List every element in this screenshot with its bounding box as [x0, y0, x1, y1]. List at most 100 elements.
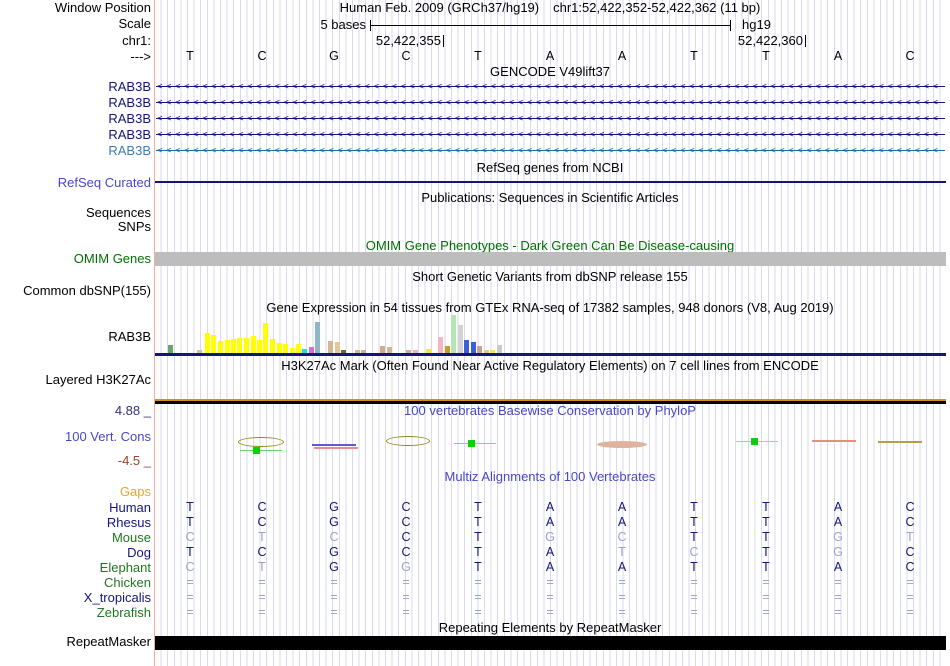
alignment-cell: G: [329, 545, 339, 559]
alignment-cell: G: [545, 530, 555, 544]
layered-h3k27ac-label[interactable]: Layered H3K27Ac: [45, 373, 151, 387]
base-letter: C: [401, 49, 411, 63]
alignment-cell: =: [258, 575, 266, 589]
alignment-cell: A: [545, 545, 555, 559]
gtex-bar: [263, 323, 268, 353]
alignment-cell: A: [545, 560, 555, 574]
gtex-bar: [244, 338, 249, 353]
gtex-title: Gene Expression in 54 tissues from GTEx …: [266, 300, 834, 315]
gtex-bar: [283, 344, 288, 353]
gtex-bar: [471, 342, 476, 353]
base-letter: T: [474, 49, 482, 63]
species-label: Human: [109, 500, 151, 515]
alignment-cell: C: [689, 545, 699, 559]
conservation-label[interactable]: 100 Vert. Cons: [65, 430, 151, 444]
gene-direction-arrows: <<<<<<<<<<<<<<<<<<<<<<<<<<<<<<<<<<<<<<<<…: [157, 82, 942, 92]
omim-gene-bar: [155, 252, 946, 266]
gencode-title[interactable]: GENCODE V49lift37: [154, 65, 946, 79]
gene-direction-arrows: <<<<<<<<<<<<<<<<<<<<<<<<<<<<<<<<<<<<<<<<…: [157, 114, 942, 124]
gtex-bar: [451, 315, 456, 353]
sequences-label[interactable]: Sequences: [86, 206, 151, 220]
cons-mark: [454, 443, 496, 444]
multiz-title: Multiz Alignments of 100 Vertebrates: [444, 469, 656, 484]
base-letter: T: [186, 49, 194, 63]
repeatmasker-title: Repeating Elements by RepeatMasker: [438, 620, 662, 635]
gtex-gene-label[interactable]: RAB3B: [108, 330, 151, 344]
gtex-bar: [270, 339, 275, 353]
gtex-bar: [445, 346, 450, 353]
gtex-bar: [277, 343, 282, 353]
alignment-cell: A: [617, 560, 627, 574]
window-position-label: Window Position: [54, 0, 151, 15]
gene-label[interactable]: RAB3B: [108, 128, 151, 142]
gene-model: <<<<<<<<<<<<<<<<<<<<<<<<<<<<<<<<<<<<<<<<…: [156, 144, 945, 158]
cons-mark: [751, 438, 758, 445]
coordinate-right-tick: [805, 35, 806, 47]
alignment-cell: =: [690, 590, 698, 604]
cons-mark: [312, 444, 356, 446]
alignment-cell: =: [474, 575, 482, 589]
cons-mark: [878, 441, 922, 443]
base-letter: T: [690, 49, 698, 63]
gene-label[interactable]: RAB3B: [108, 96, 151, 110]
alignment-cell: =: [690, 575, 698, 589]
species-label: Zebrafish: [96, 605, 151, 620]
gtex-bar: [328, 341, 333, 353]
position-label: chr1:52,422,352-52,422,362 (11 bp): [553, 0, 761, 15]
gaps-label[interactable]: Gaps: [120, 485, 151, 499]
alignment-cell: G: [329, 500, 339, 514]
gene-label[interactable]: RAB3B: [108, 144, 151, 158]
alignment-cell: T: [474, 515, 482, 529]
gtex-bar: [237, 338, 242, 353]
assembly-label: Human Feb. 2009 (GRCh37/hg19): [339, 0, 540, 15]
common-dbsnp-label[interactable]: Common dbSNP(155): [23, 284, 151, 298]
alignment-cell: T: [690, 500, 698, 514]
alignment-cell: G: [329, 515, 339, 529]
alignment-cell: C: [905, 515, 915, 529]
alignment-cell: G: [833, 545, 843, 559]
alignment-cell: =: [834, 605, 842, 619]
alignment-cell: C: [185, 560, 195, 574]
gtex-bar: [251, 336, 256, 353]
alignment-cell: C: [401, 500, 411, 514]
gtex-bar: [335, 342, 340, 353]
alignment-cell: =: [690, 605, 698, 619]
alignment-cell: T: [258, 560, 266, 574]
alignment-cell: =: [258, 590, 266, 604]
gtex-bar: [205, 333, 210, 353]
base-letter: G: [329, 49, 339, 63]
alignment-cell: =: [834, 590, 842, 604]
gene-model: <<<<<<<<<<<<<<<<<<<<<<<<<<<<<<<<<<<<<<<<…: [156, 96, 945, 110]
alignment-cell: T: [186, 515, 194, 529]
gtex-bar: [497, 345, 502, 353]
alignment-cell: G: [833, 530, 843, 544]
species-label: Rhesus: [106, 515, 151, 530]
repeatmasker-label[interactable]: RepeatMasker: [66, 635, 151, 649]
cons-mark: [238, 437, 284, 447]
omim-genes-label[interactable]: OMIM Genes: [74, 252, 151, 266]
cons-mark: [253, 447, 260, 454]
alignment-cell: T: [186, 500, 194, 514]
alignment-cell: T: [186, 545, 194, 559]
alignment-cell: =: [330, 575, 338, 589]
omim-title: OMIM Gene Phenotypes - Dark Green Can Be…: [365, 238, 735, 253]
base-letter: A: [833, 49, 843, 63]
alignment-cell: C: [401, 515, 411, 529]
alignment-cell: T: [762, 530, 770, 544]
alignment-cell: A: [833, 515, 843, 529]
gene-label[interactable]: RAB3B: [108, 80, 151, 94]
refseq-title: RefSeq genes from NCBI: [476, 160, 624, 175]
gtex-bar: [168, 345, 173, 353]
gene-label[interactable]: RAB3B: [108, 112, 151, 126]
refseq-curated-label[interactable]: RefSeq Curated: [58, 176, 151, 190]
gene-model: <<<<<<<<<<<<<<<<<<<<<<<<<<<<<<<<<<<<<<<<…: [156, 128, 945, 142]
gtex-bar: [231, 339, 236, 353]
snps-label[interactable]: SNPs: [118, 220, 151, 234]
gtex-bar: [218, 341, 223, 353]
alignment-cell: =: [186, 605, 194, 619]
alignment-cell: A: [617, 515, 627, 529]
alignment-cell: A: [833, 500, 843, 514]
cons-mark: [468, 440, 475, 447]
coordinate-left: 52,422,355: [375, 33, 441, 48]
alignment-cell: T: [474, 500, 482, 514]
